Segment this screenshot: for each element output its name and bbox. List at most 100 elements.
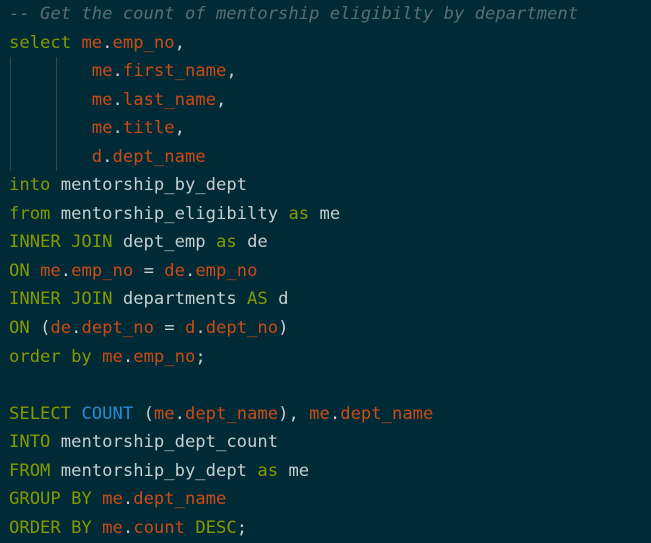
column-identifier: last_name <box>122 89 216 110</box>
sql-keyword: into <box>9 175 51 196</box>
column-identifier: emp_no <box>71 260 134 281</box>
column-identifier: d <box>184 318 196 339</box>
code-line: me.title, <box>9 114 651 143</box>
sql-keyword: ORDER BY <box>9 517 92 538</box>
punctuation: . <box>122 489 134 510</box>
sql-keyword: as <box>216 232 237 253</box>
table-identifier: me <box>288 460 310 481</box>
punctuation: . <box>112 118 123 139</box>
punctuation: , <box>226 61 237 82</box>
code-line: me.first_name, <box>9 57 651 86</box>
code-comment: -- Get the count of mentorship eligibilt… <box>9 4 579 24</box>
sql-keyword: AS <box>247 289 268 310</box>
table-identifier: d <box>278 289 289 310</box>
code-editor[interactable]: -- Get the count of mentorship eligibilt… <box>9 0 651 543</box>
sql-keyword: INNER JOIN <box>9 289 113 310</box>
punctuation: . <box>174 403 185 424</box>
punctuation: . <box>122 346 134 367</box>
column-identifier: me <box>81 32 103 53</box>
punctuation: . <box>71 318 82 339</box>
code-line: order by me.emp_no; <box>9 343 651 372</box>
sql-keyword: as <box>288 203 310 224</box>
punctuation: . <box>329 403 341 424</box>
sql-keyword: as <box>257 460 279 481</box>
table-identifier: mentorship_by_dept <box>60 460 248 481</box>
code-line: ORDER BY me.count DESC; <box>9 514 651 543</box>
column-identifier: emp_no <box>195 260 258 281</box>
sql-keyword: order by <box>9 346 92 367</box>
punctuation: . <box>195 318 206 339</box>
sql-keyword: ON <box>9 318 30 339</box>
sql-keyword: FROM <box>9 460 51 481</box>
column-identifier: me <box>40 260 61 281</box>
punctuation: ) <box>278 318 289 339</box>
punctuation: , <box>216 89 227 110</box>
punctuation: . <box>102 146 113 167</box>
column-identifier: me <box>309 403 330 424</box>
sql-operator: = <box>153 318 185 339</box>
punctuation: ), <box>278 403 310 424</box>
punctuation: , <box>174 32 185 53</box>
column-identifier: dept_no <box>205 318 279 339</box>
table-identifier: de <box>247 232 268 253</box>
column-identifier: me <box>102 346 123 367</box>
sql-operator: = <box>133 260 165 281</box>
sql-keyword: INNER JOIN <box>9 232 113 253</box>
column-identifier: dept_name <box>340 403 434 424</box>
punctuation: . <box>112 89 123 110</box>
sql-function: COUNT <box>81 403 134 424</box>
punctuation: . <box>122 517 134 538</box>
code-line: from mentorship_eligibilty as me <box>9 200 651 229</box>
punctuation: ; <box>195 346 206 367</box>
code-line: ON me.emp_no = de.emp_no <box>9 257 651 286</box>
column-identifier: dept_name <box>133 489 227 510</box>
code-line: d.dept_name <box>9 143 651 172</box>
table-identifier: me <box>319 203 341 224</box>
code-line: select me.emp_no, <box>9 29 651 58</box>
punctuation: . <box>60 260 72 281</box>
code-line: INNER JOIN departments AS d <box>9 285 651 314</box>
table-identifier: mentorship_dept_count <box>60 432 279 453</box>
punctuation: ; <box>236 517 248 538</box>
punctuation: . <box>184 260 196 281</box>
punctuation: . <box>112 61 123 82</box>
code-line: FROM mentorship_by_dept as me <box>9 457 651 486</box>
column-identifier: d <box>91 146 103 167</box>
column-identifier: me <box>91 118 113 139</box>
column-identifier: de <box>164 260 185 281</box>
code-line: -- Get the count of mentorship eligibilt… <box>9 0 651 29</box>
sql-keyword: INTO <box>9 432 51 453</box>
column-identifier: title <box>122 118 175 139</box>
sql-keyword: DESC <box>195 517 237 538</box>
column-identifier: count <box>133 517 185 538</box>
sql-keyword: SELECT <box>9 403 72 424</box>
sql-keyword: ON <box>9 260 30 281</box>
column-identifier: me <box>102 517 123 538</box>
table-identifier: mentorship_eligibilty <box>60 203 279 224</box>
table-identifier: mentorship_by_dept <box>60 175 248 196</box>
column-identifier: me <box>91 89 113 110</box>
code-line: SELECT COUNT (me.dept_name), me.dept_nam… <box>9 400 651 429</box>
